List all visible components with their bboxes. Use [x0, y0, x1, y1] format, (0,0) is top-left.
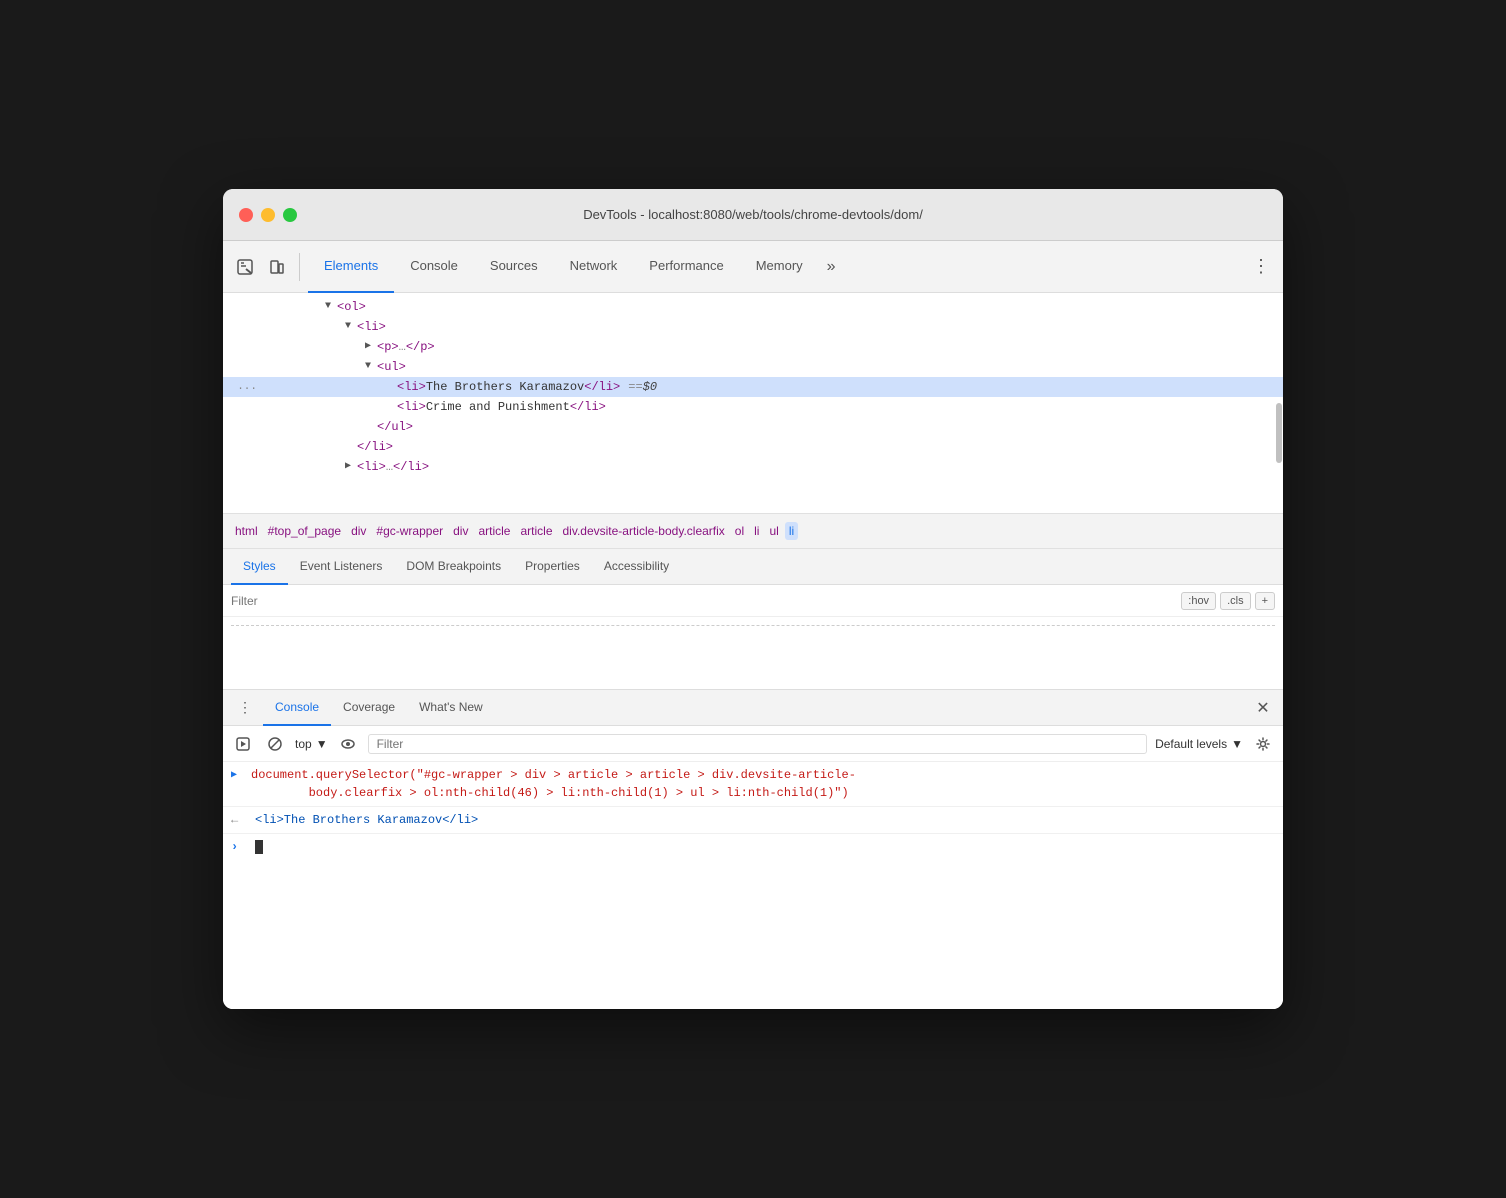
tree-node-li1[interactable]: ▼ <li> [223, 317, 1283, 337]
bottom-tab-bar: ⋮ Console Coverage What's New ✕ [223, 690, 1283, 726]
cls-button[interactable]: .cls [1220, 592, 1251, 610]
more-tabs-button[interactable]: » [819, 258, 844, 276]
toggle-p[interactable]: ▶ [365, 338, 377, 356]
close-bottom-panel-button[interactable]: ✕ [1251, 696, 1275, 720]
window-title: DevTools - localhost:8080/web/tools/chro… [583, 207, 923, 222]
console-result-text: <li>The Brothers Karamazov</li> [255, 811, 478, 829]
breadcrumb-li-inner[interactable]: li [785, 522, 798, 540]
styles-tab-properties[interactable]: Properties [513, 549, 592, 585]
minimize-traffic-light[interactable] [261, 208, 275, 222]
bottom-panel: ⋮ Console Coverage What's New ✕ [223, 689, 1283, 1009]
breadcrumb-ul[interactable]: ul [765, 522, 782, 540]
prompt-cursor [255, 840, 263, 854]
breadcrumb-div2[interactable]: div [449, 522, 472, 540]
breadcrumb-gc-wrapper[interactable]: #gc-wrapper [372, 522, 447, 540]
tree-node-li-crime[interactable]: <li>Crime and Punishment</li> [223, 397, 1283, 417]
breadcrumb-li-outer[interactable]: li [750, 522, 763, 540]
tree-node-ul-close[interactable]: </ul> [223, 417, 1283, 437]
bottom-tab-coverage[interactable]: Coverage [331, 690, 407, 726]
devtools-content: Elements Console Sources Network Perform… [223, 241, 1283, 1009]
styles-tab-event-listeners[interactable]: Event Listeners [288, 549, 395, 585]
console-ban-icon[interactable] [263, 732, 287, 756]
styles-tab-dom-breakpoints[interactable]: DOM Breakpoints [394, 549, 513, 585]
elements-panel: ▼ <ol> ▼ <li> ▶ <p>…</p> [223, 293, 1283, 689]
filter-buttons: :hov .cls + [1181, 592, 1275, 610]
tab-console[interactable]: Console [394, 241, 474, 293]
breadcrumb-ol[interactable]: ol [731, 522, 748, 540]
console-eye-icon[interactable] [336, 732, 360, 756]
styles-tab-accessibility[interactable]: Accessibility [592, 549, 681, 585]
context-arrow: ▼ [316, 737, 328, 751]
prompt-icon: › [231, 838, 247, 856]
expand-icon[interactable]: ▶ [231, 767, 247, 785]
context-label: top [295, 737, 312, 751]
breadcrumb-div-clearfix[interactable]: div.devsite-article-body.clearfix [559, 522, 729, 540]
device-toggle-icon[interactable] [263, 253, 291, 281]
top-tabs-right: ⋮ [1247, 253, 1275, 281]
breadcrumb-html[interactable]: html [231, 522, 262, 540]
tab-performance[interactable]: Performance [633, 241, 739, 293]
tab-elements[interactable]: Elements [308, 241, 394, 293]
hov-button[interactable]: :hov [1181, 592, 1216, 610]
result-arrow-icon: ← [231, 811, 247, 829]
console-entry-query: ▶ document.querySelector("#gc-wrapper > … [223, 762, 1283, 807]
styles-tab-bar: Styles Event Listeners DOM Breakpoints P… [223, 549, 1283, 585]
toggle-li1[interactable]: ▼ [345, 318, 357, 336]
devtools-icons [231, 253, 300, 281]
tree-node-li-close[interactable]: </li> [223, 437, 1283, 457]
tab-memory[interactable]: Memory [740, 241, 819, 293]
tree-node-li-ellipsis[interactable]: ▶ <li>…</li> [223, 457, 1283, 477]
toggle-ul[interactable]: ▼ [365, 358, 377, 376]
tree-node-ol[interactable]: ▼ <ol> [223, 297, 1283, 317]
console-prompt-line[interactable]: › [223, 834, 1283, 860]
bottom-more-icon[interactable]: ⋮ [231, 694, 259, 722]
tab-network[interactable]: Network [554, 241, 634, 293]
ellipsis-marker: ... [231, 378, 261, 396]
scrollbar-thumb[interactable] [1276, 403, 1282, 463]
close-traffic-light[interactable] [239, 208, 253, 222]
fullscreen-traffic-light[interactable] [283, 208, 297, 222]
traffic-lights [239, 208, 297, 222]
toggle-li-ellipsis[interactable]: ▶ [345, 458, 357, 476]
styles-tab-styles[interactable]: Styles [231, 549, 288, 585]
console-play-icon[interactable] [231, 732, 255, 756]
dom-tree[interactable]: ▼ <ol> ▼ <li> ▶ <p>…</p> [223, 293, 1283, 513]
title-bar: DevTools - localhost:8080/web/tools/chro… [223, 189, 1283, 241]
breadcrumb-top-of-page[interactable]: #top_of_page [264, 522, 345, 540]
dom-tree-scrollbar[interactable] [1275, 293, 1283, 513]
levels-arrow: ▼ [1231, 737, 1243, 751]
styles-dashed-line [231, 625, 1275, 626]
more-options-icon[interactable]: ⋮ [1247, 253, 1275, 281]
bottom-tab-whats-new[interactable]: What's New [407, 690, 495, 726]
console-toolbar: top ▼ Default levels ▼ [223, 726, 1283, 762]
tree-node-p[interactable]: ▶ <p>…</p> [223, 337, 1283, 357]
console-gear-icon[interactable] [1251, 732, 1275, 756]
console-query-text: document.querySelector("#gc-wrapper > di… [251, 766, 856, 802]
tree-node-li-brothers[interactable]: ... <li>The Brothers Karamazov</li> == $… [223, 377, 1283, 397]
console-levels: Default levels ▼ [1155, 737, 1243, 751]
devtools-window: DevTools - localhost:8080/web/tools/chro… [223, 189, 1283, 1009]
add-style-button[interactable]: + [1255, 592, 1275, 610]
tab-sources[interactable]: Sources [474, 241, 554, 293]
tree-node-ul[interactable]: ▼ <ul> [223, 357, 1283, 377]
styles-filter-input[interactable] [231, 594, 1181, 608]
toggle-ol[interactable]: ▼ [325, 298, 337, 316]
levels-label: Default levels [1155, 737, 1227, 751]
console-output[interactable]: ▶ document.querySelector("#gc-wrapper > … [223, 762, 1283, 1009]
bottom-tab-console[interactable]: Console [263, 690, 331, 726]
styles-content [223, 617, 1283, 689]
breadcrumb-div1[interactable]: div [347, 522, 370, 540]
console-filter-input[interactable] [368, 734, 1147, 754]
breadcrumb-bar: html #top_of_page div #gc-wrapper div ar… [223, 513, 1283, 549]
breadcrumb-article2[interactable]: article [516, 522, 556, 540]
console-context: top ▼ [295, 737, 328, 751]
breadcrumb-article1[interactable]: article [474, 522, 514, 540]
styles-filter-bar: :hov .cls + [223, 585, 1283, 617]
console-entry-result: ← <li>The Brothers Karamazov</li> [223, 807, 1283, 834]
inspect-icon[interactable] [231, 253, 259, 281]
top-tab-bar: Elements Console Sources Network Perform… [223, 241, 1283, 293]
